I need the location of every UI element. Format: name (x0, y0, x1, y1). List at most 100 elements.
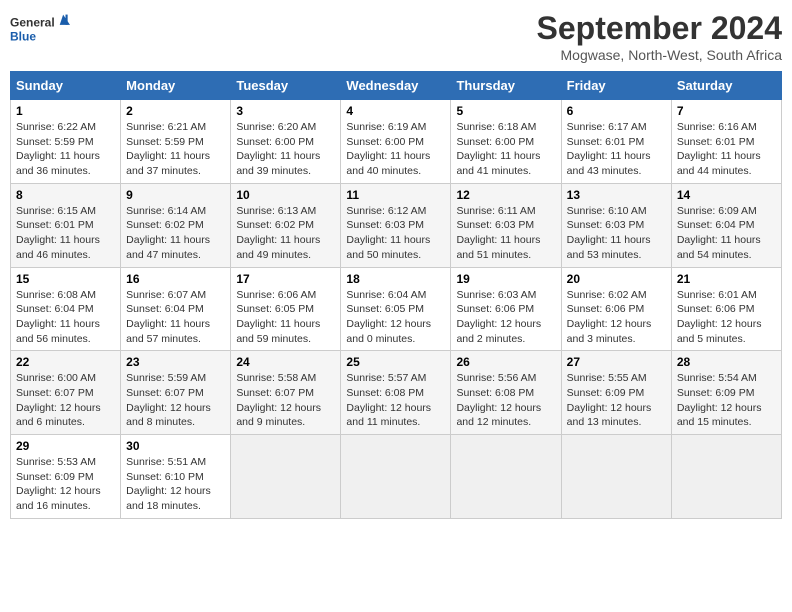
day-number: 12 (456, 188, 555, 202)
page-header: General Blue September 2024 Mogwase, Nor… (10, 10, 782, 63)
calendar-cell: 14 Sunrise: 6:09 AMSunset: 6:04 PMDaylig… (671, 183, 781, 267)
title-block: September 2024 Mogwase, North-West, Sout… (537, 10, 782, 63)
calendar-cell: 11 Sunrise: 6:12 AMSunset: 6:03 PMDaylig… (341, 183, 451, 267)
day-info: Sunrise: 6:21 AMSunset: 5:59 PMDaylight:… (126, 121, 210, 177)
day-info: Sunrise: 5:55 AMSunset: 6:09 PMDaylight:… (567, 372, 652, 428)
calendar-cell: 20 Sunrise: 6:02 AMSunset: 6:06 PMDaylig… (561, 267, 671, 351)
day-info: Sunrise: 6:20 AMSunset: 6:00 PMDaylight:… (236, 121, 320, 177)
calendar-cell: 22 Sunrise: 6:00 AMSunset: 6:07 PMDaylig… (11, 351, 121, 435)
day-info: Sunrise: 6:19 AMSunset: 6:00 PMDaylight:… (346, 121, 430, 177)
day-info: Sunrise: 6:17 AMSunset: 6:01 PMDaylight:… (567, 121, 651, 177)
day-number: 27 (567, 355, 666, 369)
day-number: 7 (677, 104, 776, 118)
day-info: Sunrise: 6:06 AMSunset: 6:05 PMDaylight:… (236, 289, 320, 345)
day-number: 26 (456, 355, 555, 369)
day-info: Sunrise: 6:00 AMSunset: 6:07 PMDaylight:… (16, 372, 101, 428)
day-info: Sunrise: 6:08 AMSunset: 6:04 PMDaylight:… (16, 289, 100, 345)
calendar-cell: 2 Sunrise: 6:21 AMSunset: 5:59 PMDayligh… (121, 100, 231, 184)
calendar-cell: 30 Sunrise: 5:51 AMSunset: 6:10 PMDaylig… (121, 435, 231, 519)
calendar-cell: 17 Sunrise: 6:06 AMSunset: 6:05 PMDaylig… (231, 267, 341, 351)
page-title: September 2024 (537, 10, 782, 47)
day-number: 28 (677, 355, 776, 369)
calendar-week-row: 1 Sunrise: 6:22 AMSunset: 5:59 PMDayligh… (11, 100, 782, 184)
day-number: 22 (16, 355, 115, 369)
calendar-cell: 25 Sunrise: 5:57 AMSunset: 6:08 PMDaylig… (341, 351, 451, 435)
day-number: 6 (567, 104, 666, 118)
calendar-cell: 29 Sunrise: 5:53 AMSunset: 6:09 PMDaylig… (11, 435, 121, 519)
header-sunday: Sunday (11, 72, 121, 100)
calendar-week-row: 29 Sunrise: 5:53 AMSunset: 6:09 PMDaylig… (11, 435, 782, 519)
day-number: 30 (126, 439, 225, 453)
day-info: Sunrise: 6:10 AMSunset: 6:03 PMDaylight:… (567, 205, 651, 261)
calendar-week-row: 15 Sunrise: 6:08 AMSunset: 6:04 PMDaylig… (11, 267, 782, 351)
calendar-cell: 15 Sunrise: 6:08 AMSunset: 6:04 PMDaylig… (11, 267, 121, 351)
day-number: 13 (567, 188, 666, 202)
calendar-cell: 3 Sunrise: 6:20 AMSunset: 6:00 PMDayligh… (231, 100, 341, 184)
day-number: 11 (346, 188, 445, 202)
header-tuesday: Tuesday (231, 72, 341, 100)
calendar-cell: 26 Sunrise: 5:56 AMSunset: 6:08 PMDaylig… (451, 351, 561, 435)
calendar-cell: 24 Sunrise: 5:58 AMSunset: 6:07 PMDaylig… (231, 351, 341, 435)
day-number: 21 (677, 272, 776, 286)
calendar-header-row: Sunday Monday Tuesday Wednesday Thursday… (11, 72, 782, 100)
day-number: 4 (346, 104, 445, 118)
day-number: 15 (16, 272, 115, 286)
day-number: 16 (126, 272, 225, 286)
day-info: Sunrise: 6:02 AMSunset: 6:06 PMDaylight:… (567, 289, 652, 345)
calendar-cell: 18 Sunrise: 6:04 AMSunset: 6:05 PMDaylig… (341, 267, 451, 351)
day-info: Sunrise: 6:14 AMSunset: 6:02 PMDaylight:… (126, 205, 210, 261)
day-info: Sunrise: 6:18 AMSunset: 6:00 PMDaylight:… (456, 121, 540, 177)
calendar-cell: 19 Sunrise: 6:03 AMSunset: 6:06 PMDaylig… (451, 267, 561, 351)
day-number: 23 (126, 355, 225, 369)
calendar-cell: 6 Sunrise: 6:17 AMSunset: 6:01 PMDayligh… (561, 100, 671, 184)
day-number: 2 (126, 104, 225, 118)
day-number: 1 (16, 104, 115, 118)
day-number: 29 (16, 439, 115, 453)
calendar-cell: 1 Sunrise: 6:22 AMSunset: 5:59 PMDayligh… (11, 100, 121, 184)
day-number: 19 (456, 272, 555, 286)
calendar-cell: 23 Sunrise: 5:59 AMSunset: 6:07 PMDaylig… (121, 351, 231, 435)
svg-text:Blue: Blue (10, 29, 36, 43)
day-info: Sunrise: 5:59 AMSunset: 6:07 PMDaylight:… (126, 372, 211, 428)
day-number: 18 (346, 272, 445, 286)
calendar-cell: 21 Sunrise: 6:01 AMSunset: 6:06 PMDaylig… (671, 267, 781, 351)
day-info: Sunrise: 6:12 AMSunset: 6:03 PMDaylight:… (346, 205, 430, 261)
day-info: Sunrise: 6:15 AMSunset: 6:01 PMDaylight:… (16, 205, 100, 261)
day-number: 3 (236, 104, 335, 118)
svg-text:General: General (10, 16, 55, 30)
header-thursday: Thursday (451, 72, 561, 100)
day-number: 5 (456, 104, 555, 118)
header-saturday: Saturday (671, 72, 781, 100)
calendar-cell: 10 Sunrise: 6:13 AMSunset: 6:02 PMDaylig… (231, 183, 341, 267)
calendar-cell (451, 435, 561, 519)
day-number: 8 (16, 188, 115, 202)
day-info: Sunrise: 6:07 AMSunset: 6:04 PMDaylight:… (126, 289, 210, 345)
logo: General Blue (10, 10, 70, 50)
day-info: Sunrise: 5:58 AMSunset: 6:07 PMDaylight:… (236, 372, 321, 428)
calendar-cell (561, 435, 671, 519)
day-number: 20 (567, 272, 666, 286)
day-info: Sunrise: 5:56 AMSunset: 6:08 PMDaylight:… (456, 372, 541, 428)
calendar-cell: 8 Sunrise: 6:15 AMSunset: 6:01 PMDayligh… (11, 183, 121, 267)
calendar-cell: 28 Sunrise: 5:54 AMSunset: 6:09 PMDaylig… (671, 351, 781, 435)
day-info: Sunrise: 6:22 AMSunset: 5:59 PMDaylight:… (16, 121, 100, 177)
day-number: 25 (346, 355, 445, 369)
header-monday: Monday (121, 72, 231, 100)
calendar-cell (231, 435, 341, 519)
generalblue-logo-icon: General Blue (10, 10, 70, 50)
day-info: Sunrise: 6:16 AMSunset: 6:01 PMDaylight:… (677, 121, 761, 177)
calendar-week-row: 8 Sunrise: 6:15 AMSunset: 6:01 PMDayligh… (11, 183, 782, 267)
day-info: Sunrise: 5:54 AMSunset: 6:09 PMDaylight:… (677, 372, 762, 428)
calendar-cell: 12 Sunrise: 6:11 AMSunset: 6:03 PMDaylig… (451, 183, 561, 267)
day-number: 14 (677, 188, 776, 202)
calendar-cell (671, 435, 781, 519)
calendar-cell: 7 Sunrise: 6:16 AMSunset: 6:01 PMDayligh… (671, 100, 781, 184)
header-wednesday: Wednesday (341, 72, 451, 100)
day-info: Sunrise: 6:04 AMSunset: 6:05 PMDaylight:… (346, 289, 431, 345)
day-number: 17 (236, 272, 335, 286)
calendar-week-row: 22 Sunrise: 6:00 AMSunset: 6:07 PMDaylig… (11, 351, 782, 435)
day-info: Sunrise: 5:53 AMSunset: 6:09 PMDaylight:… (16, 456, 101, 512)
day-info: Sunrise: 6:11 AMSunset: 6:03 PMDaylight:… (456, 205, 540, 261)
calendar-cell: 9 Sunrise: 6:14 AMSunset: 6:02 PMDayligh… (121, 183, 231, 267)
day-info: Sunrise: 6:13 AMSunset: 6:02 PMDaylight:… (236, 205, 320, 261)
